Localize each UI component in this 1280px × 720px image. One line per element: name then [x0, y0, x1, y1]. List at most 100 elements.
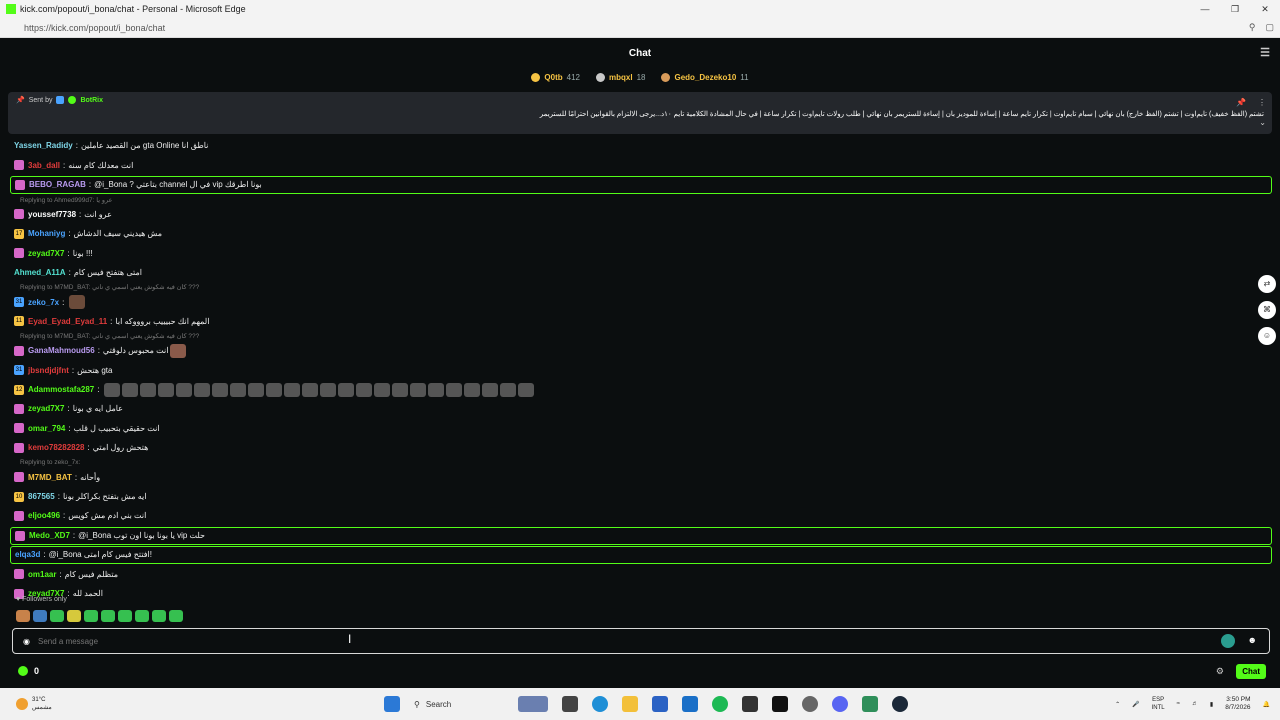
quick-emote[interactable]: [169, 610, 183, 622]
message-username[interactable]: M7MD_BAT: [28, 473, 72, 482]
send-chat-button[interactable]: Chat: [1236, 663, 1266, 679]
emote-image[interactable]: [392, 382, 409, 397]
chevron-up-icon[interactable]: ⌃: [1115, 701, 1120, 708]
lock-icon[interactable]: [742, 696, 758, 712]
emote-image[interactable]: [518, 382, 535, 397]
message-username[interactable]: Mohaniyg: [28, 229, 65, 238]
taskbar-search[interactable]: ⚲ Search: [414, 700, 504, 709]
url-field[interactable]: https://kick.com/popout/i_bona/chat: [24, 23, 165, 33]
battery-icon[interactable]: ▮: [1210, 701, 1213, 708]
windows-start-icon[interactable]: [384, 696, 400, 712]
emote-image[interactable]: [302, 382, 319, 397]
emote-image[interactable]: [176, 382, 193, 397]
message-username[interactable]: Ahmed_A11A: [14, 268, 66, 277]
message-username[interactable]: youssef7738: [28, 210, 76, 219]
reply-context[interactable]: Replying to zeko_7x:: [10, 457, 1272, 467]
reply-context[interactable]: Replying to Ahmed999d7: عرو يا: [10, 195, 1272, 205]
notification-bell-icon[interactable]: 🔔: [1263, 701, 1270, 708]
unpin-icon[interactable]: 📌: [1236, 98, 1246, 107]
translate-icon[interactable]: ⇄: [1258, 275, 1276, 293]
emote-image[interactable]: [410, 382, 427, 397]
quick-emote[interactable]: [50, 610, 64, 622]
message-username[interactable]: BEBO_RAGAB: [29, 180, 86, 189]
message-username[interactable]: kemo78282828: [28, 443, 85, 452]
pinned-author[interactable]: BotRix: [80, 97, 103, 104]
quick-emote[interactable]: [33, 610, 47, 622]
quick-emote[interactable]: [135, 610, 149, 622]
chatgpt-icon[interactable]: [802, 696, 818, 712]
reply-context[interactable]: Replying to M7MD_BAT: كان فيه شكوش يعني …: [10, 331, 1272, 341]
emote-panel-icon[interactable]: ☺: [1258, 327, 1276, 345]
emote-image[interactable]: [69, 295, 86, 310]
wifi-icon[interactable]: ≈: [1177, 701, 1180, 707]
quick-emote[interactable]: [16, 610, 30, 622]
gear-icon[interactable]: ⚙: [1216, 666, 1224, 677]
message-username[interactable]: GanaMahmoud56: [28, 346, 95, 355]
emote-image[interactable]: [266, 382, 283, 397]
app-available-icon[interactable]: ▢: [1265, 22, 1274, 33]
store-icon[interactable]: [652, 696, 668, 712]
message-input[interactable]: [37, 636, 1188, 646]
emote-image[interactable]: [356, 382, 373, 397]
emoji-icon[interactable]: ☻: [1248, 635, 1257, 645]
volume-icon[interactable]: ♬: [1192, 701, 1198, 707]
steam-icon[interactable]: [892, 696, 908, 712]
message-username[interactable]: Medo_XD7: [29, 531, 70, 540]
emote-image[interactable]: [374, 382, 391, 397]
quick-emote[interactable]: [67, 610, 81, 622]
language-indicator[interactable]: ESP INTL: [1152, 696, 1165, 712]
quick-emote[interactable]: [84, 610, 98, 622]
emote-image[interactable]: [170, 343, 187, 358]
emote-image[interactable]: [428, 382, 445, 397]
edge-icon[interactable]: [592, 696, 608, 712]
emote-image[interactable]: [446, 382, 463, 397]
weather-widget[interactable]: 31°C مشمس: [16, 696, 52, 712]
more-options-icon[interactable]: ⋮: [1258, 98, 1266, 107]
terminal-icon[interactable]: [772, 696, 788, 712]
quick-emote[interactable]: [118, 610, 132, 622]
emote-image[interactable]: [104, 382, 121, 397]
emote-image[interactable]: [320, 382, 337, 397]
quick-emote[interactable]: [101, 610, 115, 622]
message-username[interactable]: elqa3d: [15, 550, 40, 559]
message-username[interactable]: Yassen_Radidy: [14, 141, 73, 150]
emote-image[interactable]: [194, 382, 211, 397]
clock[interactable]: 3:50 PM 8/7/2026: [1225, 696, 1250, 712]
extension-icon[interactable]: ⌘: [1258, 301, 1276, 319]
discord-icon[interactable]: [832, 696, 848, 712]
reply-context[interactable]: Replying to M7MD_BAT: كان فيه شكوش يعني …: [10, 282, 1272, 292]
restore-icon[interactable]: ❐: [1220, 0, 1250, 18]
emote-image[interactable]: [230, 382, 247, 397]
emote-image[interactable]: [338, 382, 355, 397]
leaderboard-entry[interactable]: mbqxl 18: [596, 72, 645, 82]
minimize-icon[interactable]: —: [1190, 0, 1220, 18]
quick-emote[interactable]: [152, 610, 166, 622]
message-username[interactable]: omar_794: [28, 424, 65, 433]
android-icon[interactable]: [862, 696, 878, 712]
chevron-down-icon[interactable]: ⌄: [1259, 118, 1266, 127]
kick-emote-icon[interactable]: [1221, 634, 1235, 648]
emote-image[interactable]: [248, 382, 265, 397]
emote-image[interactable]: [158, 382, 175, 397]
microphone-icon[interactable]: 🎤: [1132, 701, 1139, 708]
task-view-icon[interactable]: [562, 696, 578, 712]
emote-image[interactable]: [500, 382, 517, 397]
outlook-icon[interactable]: [682, 696, 698, 712]
message-username[interactable]: zeyad7X7: [28, 249, 64, 258]
message-username[interactable]: zeyad7X7: [28, 404, 64, 413]
message-username[interactable]: eljoo496: [28, 511, 60, 520]
message-username[interactable]: 3ab_dall: [28, 161, 60, 170]
emote-image[interactable]: [284, 382, 301, 397]
emote-image[interactable]: [464, 382, 481, 397]
message-username[interactable]: Eyad_Eyad_Eyad_11: [28, 317, 107, 326]
message-username[interactable]: 867565: [28, 492, 55, 501]
close-icon[interactable]: ✕: [1250, 0, 1280, 18]
spotify-icon[interactable]: [712, 696, 728, 712]
leaderboard-entry[interactable]: Q0tb 412: [531, 72, 580, 82]
emote-image[interactable]: [212, 382, 229, 397]
zoom-icon[interactable]: ⚲: [1249, 22, 1256, 33]
emote-image[interactable]: [140, 382, 157, 397]
emote-image[interactable]: [122, 382, 139, 397]
leaderboard-entry[interactable]: Gedo_Dezeko10 11: [661, 72, 749, 82]
message-username[interactable]: om1aar: [28, 570, 56, 579]
